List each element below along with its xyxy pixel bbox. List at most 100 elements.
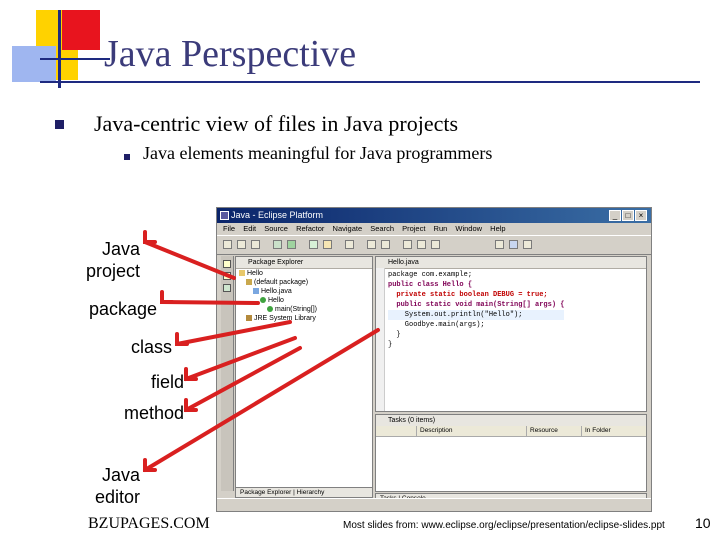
tasks-title: Tasks (0 items) [388,417,436,424]
open-type-icon[interactable] [403,240,412,249]
window-title: Java - Eclipse Platform [231,210,324,220]
footer-site: BZUPAGES.COM [88,515,210,532]
window-titlebar: Java - Eclipse Platform _ □ × [217,208,651,223]
tree-item-library[interactable]: JRE System Library [236,314,372,323]
menu-file[interactable]: File [223,224,235,233]
tree-label: (default package) [254,279,309,286]
bullet-square-small [124,154,130,160]
perspective-debug-icon[interactable] [223,284,231,292]
forward-icon[interactable] [381,240,390,249]
tree-label: Hello.java [261,288,292,295]
code-line: } [388,341,393,349]
menu-window[interactable]: Window [455,224,482,233]
code-line: public static void main(String[] args) { [388,301,565,309]
code-line: System.out.println("Hello"); [388,310,565,320]
menu-refactor[interactable]: Refactor [296,224,324,233]
page-number: 10 [695,515,711,531]
method-icon [267,306,273,313]
package-explorer-title: Package Explorer [248,259,304,266]
save-icon[interactable] [237,240,246,249]
menu-project[interactable]: Project [402,224,425,233]
footer-source: Most slides from: www.eclipse.org/eclips… [343,520,665,531]
code-line: package com.example; [388,271,473,279]
logo-square-red [62,10,100,50]
menu-navigate[interactable]: Navigate [333,224,363,233]
code-area[interactable]: package com.example; public class Hello {… [388,270,565,350]
next-annotation-icon[interactable] [417,240,426,249]
tree-item-class[interactable]: Hello [236,296,372,305]
java-perspective-icon[interactable] [509,240,518,249]
tasks-columns: Description Resource In Folder [376,426,646,437]
logo-square-blue [12,46,56,82]
callout-java-editor: Java editor [60,464,140,508]
callout-line: Java [101,465,140,485]
package-explorer-tabs[interactable]: Package Explorer | Hierarchy [236,487,372,497]
perspective-java-icon[interactable] [223,260,231,268]
bullet-main: Java-centric view of files in Java proje… [94,111,459,136]
package-icon [246,279,252,286]
library-icon [246,315,252,322]
tree-label: Hello [268,297,284,304]
perspective-resource-icon[interactable] [223,272,231,280]
toolbar [217,235,651,255]
column-resource[interactable]: Resource [526,426,558,436]
menu-edit[interactable]: Edit [243,224,256,233]
tree-item-project[interactable]: Hello [236,269,372,278]
menu-bar: File Edit Source Refactor Navigate Searc… [217,223,651,235]
callout-line: editor [94,487,140,507]
package-tree: Hello (default package) Hello.java Hello… [236,269,372,323]
callout-line: Java [101,239,140,259]
new-package-icon[interactable] [323,240,332,249]
title-rule [40,81,700,83]
editor-tab-label: Hello.java [388,259,419,266]
class-icon [260,297,266,304]
tree-label: JRE System Library [254,315,316,322]
menu-help[interactable]: Help [490,224,505,233]
callout-package: package [88,299,157,319]
run-icon[interactable] [287,240,296,249]
code-line: private static boolean DEBUG = true; [388,291,548,299]
column-in-folder[interactable]: In Folder [581,426,611,436]
close-button[interactable]: × [635,210,647,221]
search-icon[interactable] [345,240,354,249]
maximize-button[interactable]: □ [622,210,634,221]
eclipse-icon [220,211,229,220]
menu-run[interactable]: Run [434,224,448,233]
menu-source[interactable]: Source [264,224,288,233]
print-icon[interactable] [251,240,260,249]
tree-label: Hello [247,270,263,277]
status-bar [217,498,651,511]
back-icon[interactable] [367,240,376,249]
new-icon[interactable] [223,240,232,249]
logo-vertical-line [58,10,61,88]
callout-field: field [150,372,184,392]
new-class-icon[interactable] [309,240,318,249]
tree-item-package[interactable]: (default package) [236,278,372,287]
column-description[interactable]: Description [416,426,453,436]
callout-java-project: Java project [60,238,140,282]
debug-icon[interactable] [273,240,282,249]
bullet-sub: Java elements meaningful for Java progra… [143,143,493,163]
java-editor: Hello.java package com.example; public cl… [375,256,647,412]
package-explorer-header: Package Explorer [236,257,372,269]
menu-search[interactable]: Search [370,224,394,233]
tree-item-method[interactable]: main(String[]) [236,305,372,314]
minimize-button[interactable]: _ [609,210,621,221]
previous-annotation-icon[interactable] [431,240,440,249]
debug-perspective-icon[interactable] [523,240,532,249]
callout-line: project [85,261,140,281]
tree-item-compilation-unit[interactable]: Hello.java [236,287,372,296]
project-folder-icon [239,270,245,277]
callout-method: method [123,403,184,423]
code-line: } [388,331,401,339]
open-perspective-icon[interactable] [495,240,504,249]
editor-tab[interactable]: Hello.java [376,257,646,269]
tree-label: main(String[]) [275,306,318,313]
slide-title: Java Perspective [104,33,357,75]
editor-gutter [376,268,385,411]
logo-horizontal-line [40,58,110,60]
code-line: public class Hello { [388,281,473,289]
perspective-bar [221,256,234,491]
tasks-view: Tasks (0 items) Description Resource In … [375,414,647,492]
package-explorer: Package Explorer Hello (default package)… [235,256,373,498]
